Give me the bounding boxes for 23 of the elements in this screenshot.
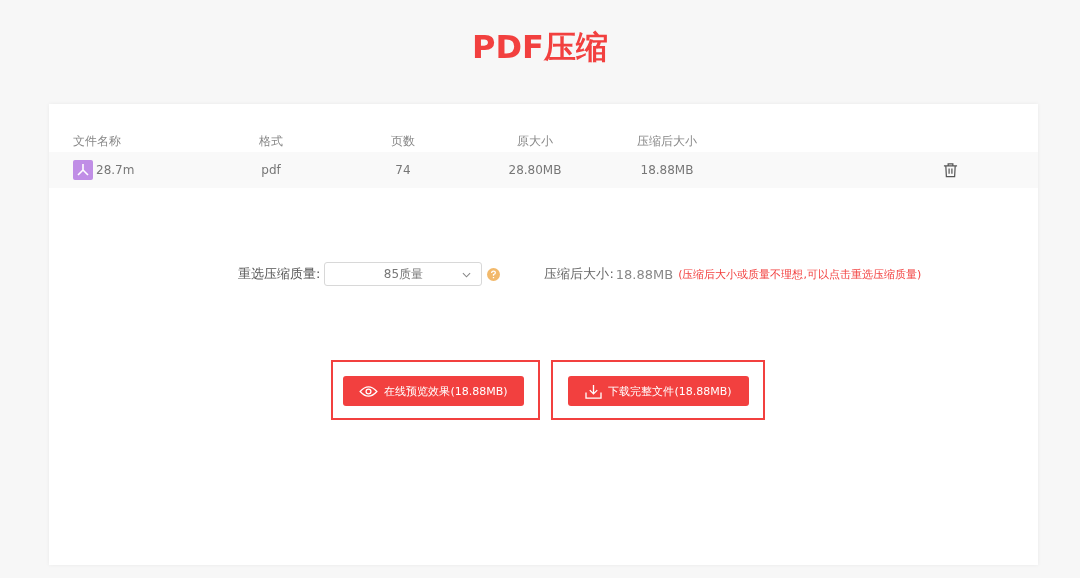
table-cell: 28.7m [96,163,135,177]
table-cell: 28.80MB [508,163,562,177]
result-value: 18.88MB [615,266,674,282]
download-icon [585,383,603,399]
column-header: 压缩后大小 [637,132,697,150]
table-cell: 74 [395,163,411,177]
download-button[interactable]: 下载完整文件(18.88MB) [568,376,749,406]
table-cell: pdf [261,163,281,177]
caret-icon [462,272,472,278]
delete-icon[interactable] [943,162,958,178]
quality-select[interactable]: 85质量 [324,262,483,286]
eye-icon [359,384,379,398]
column-header: 文件名称 [72,132,121,150]
table-cell: 18.88MB [640,163,694,177]
column-header: 格式 [259,132,283,150]
preview-button[interactable]: 在线预览效果(18.88MB) [343,376,524,406]
result-label: 压缩后大小: [544,265,614,283]
quality-label: 重选压缩质量: [238,265,321,283]
pdf-file-icon [73,160,93,180]
column-header: 页数 [391,132,415,150]
column-header: 原大小 [517,132,553,150]
result-hint: (压缩后大小或质量不理想,可以点击重选压缩质量) [678,266,922,282]
page-title: PDF压缩 [471,27,609,68]
